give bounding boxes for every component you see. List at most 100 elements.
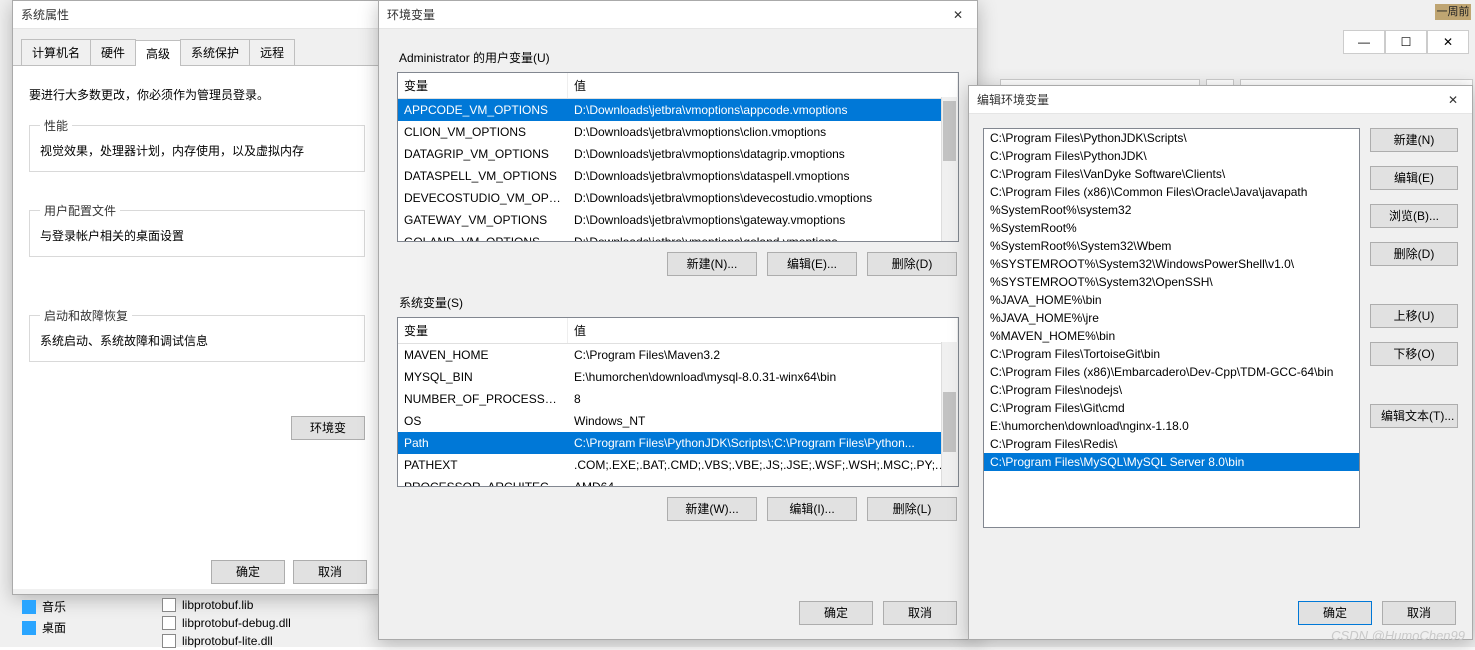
- editpath-close-icon[interactable]: ✕: [1442, 86, 1464, 114]
- table-row[interactable]: APPCODE_VM_OPTIONSD:\Downloads\jetbra\vm…: [398, 99, 958, 121]
- var-name: GOLAND_VM_OPTIONS: [398, 233, 568, 242]
- var-value: Windows_NT: [568, 412, 958, 430]
- scrollbar[interactable]: [941, 342, 958, 486]
- path-entry[interactable]: %MAVEN_HOME%\bin: [984, 327, 1359, 345]
- table-row[interactable]: NUMBER_OF_PROCESSORS8: [398, 388, 958, 410]
- startup-recovery-legend: 启动和故障恢复: [40, 307, 132, 324]
- editpath-ok-button[interactable]: 确定: [1298, 601, 1372, 625]
- path-entry[interactable]: %JAVA_HOME%\jre: [984, 309, 1359, 327]
- user-profile-text: 与登录帐户相关的桌面设置: [40, 227, 354, 244]
- path-entry[interactable]: C:\Program Files\PythonJDK\Scripts\: [984, 129, 1359, 147]
- scrollbar[interactable]: [941, 97, 958, 241]
- table-row[interactable]: DATASPELL_VM_OPTIONSD:\Downloads\jetbra\…: [398, 165, 958, 187]
- var-name: DATASPELL_VM_OPTIONS: [398, 167, 568, 185]
- editpath-titlebar: 编辑环境变量 ✕: [969, 86, 1472, 114]
- var-value: D:\Downloads\jetbra\vmoptions\devecostud…: [568, 189, 958, 207]
- path-move-down-button[interactable]: 下移(O): [1370, 342, 1458, 366]
- table-row[interactable]: PathC:\Program Files\PythonJDK\Scripts\;…: [398, 432, 958, 454]
- envvars-cancel-button[interactable]: 取消: [883, 601, 957, 625]
- var-value: D:\Downloads\jetbra\vmoptions\clion.vmop…: [568, 123, 958, 141]
- path-entry[interactable]: C:\Program Files\MySQL\MySQL Server 8.0\…: [984, 453, 1359, 471]
- var-value: C:\Program Files\PythonJDK\Scripts\;C:\P…: [568, 434, 958, 452]
- file-icon: [162, 634, 176, 648]
- system-variables-list[interactable]: 变量 值 MAVEN_HOMEC:\Program Files\Maven3.2…: [397, 317, 959, 487]
- path-browse-button[interactable]: 浏览(B)...: [1370, 204, 1458, 228]
- envvars-close-icon[interactable]: ✕: [947, 1, 969, 29]
- path-entry[interactable]: C:\Program Files\Git\cmd: [984, 399, 1359, 417]
- path-entry[interactable]: C:\Program Files\PythonJDK\: [984, 147, 1359, 165]
- path-edit-button[interactable]: 编辑(E): [1370, 166, 1458, 190]
- path-edit-text-button[interactable]: 编辑文本(T)...: [1370, 404, 1458, 428]
- path-entry[interactable]: %SystemRoot%: [984, 219, 1359, 237]
- list-item[interactable]: libprotobuf-debug.dll: [162, 614, 291, 632]
- admin-note: 要进行大多数更改，你必须作为管理员登录。: [29, 86, 365, 103]
- background-min-button[interactable]: —: [1343, 30, 1385, 54]
- desktop-icon: [22, 621, 36, 635]
- var-name: CLION_VM_OPTIONS: [398, 123, 568, 141]
- path-entry[interactable]: C:\Program Files\TortoiseGit\bin: [984, 345, 1359, 363]
- table-row[interactable]: GATEWAY_VM_OPTIONSD:\Downloads\jetbra\vm…: [398, 209, 958, 231]
- sys-new-button[interactable]: 新建(W)...: [667, 497, 757, 521]
- path-entry[interactable]: C:\Program Files (x86)\Embarcadero\Dev-C…: [984, 363, 1359, 381]
- user-edit-button[interactable]: 编辑(E)...: [767, 252, 857, 276]
- path-entry[interactable]: C:\Program Files\VanDyke Software\Client…: [984, 165, 1359, 183]
- tree-item-desktop[interactable]: 桌面: [22, 617, 162, 638]
- path-entry[interactable]: %SYSTEMROOT%\System32\OpenSSH\: [984, 273, 1359, 291]
- sys-delete-button[interactable]: 删除(L): [867, 497, 957, 521]
- editpath-cancel-button[interactable]: 取消: [1382, 601, 1456, 625]
- table-row[interactable]: MAVEN_HOMEC:\Program Files\Maven3.2: [398, 344, 958, 366]
- path-entry[interactable]: C:\Program Files\Redis\: [984, 435, 1359, 453]
- path-entry[interactable]: %SystemRoot%\System32\Wbem: [984, 237, 1359, 255]
- user-new-button[interactable]: 新建(N)...: [667, 252, 757, 276]
- table-row[interactable]: CLION_VM_OPTIONSD:\Downloads\jetbra\vmop…: [398, 121, 958, 143]
- path-entries-list[interactable]: C:\Program Files\PythonJDK\Scripts\C:\Pr…: [983, 128, 1360, 528]
- path-entry[interactable]: %JAVA_HOME%\bin: [984, 291, 1359, 309]
- table-row[interactable]: PROCESSOR_ARCHITECT...AMD64: [398, 476, 958, 487]
- var-value: AMD64: [568, 478, 958, 487]
- table-row[interactable]: PATHEXT.COM;.EXE;.BAT;.CMD;.VBS;.VBE;.JS…: [398, 454, 958, 476]
- sysprops-cancel-button[interactable]: 取消: [293, 560, 367, 584]
- path-entry[interactable]: %SYSTEMROOT%\System32\WindowsPowerShell\…: [984, 255, 1359, 273]
- environment-variables-dialog: 环境变量 ✕ Administrator 的用户变量(U) 变量 值 APPCO…: [378, 0, 978, 640]
- tab-2[interactable]: 高级: [135, 40, 181, 66]
- path-move-up-button[interactable]: 上移(U): [1370, 304, 1458, 328]
- sys-edit-button[interactable]: 编辑(I)...: [767, 497, 857, 521]
- environment-variables-button[interactable]: 环境变: [291, 416, 365, 440]
- tree-item-music[interactable]: 音乐: [22, 596, 162, 617]
- tab-1[interactable]: 硬件: [90, 39, 136, 65]
- var-value: .COM;.EXE;.BAT;.CMD;.VBS;.VBE;.JS;.JSE;.…: [568, 456, 958, 474]
- editpath-title: 编辑环境变量: [977, 86, 1049, 114]
- path-new-button[interactable]: 新建(N): [1370, 128, 1458, 152]
- table-row[interactable]: DATAGRIP_VM_OPTIONSD:\Downloads\jetbra\v…: [398, 143, 958, 165]
- path-entry[interactable]: C:\Program Files\nodejs\: [984, 381, 1359, 399]
- path-entry[interactable]: C:\Program Files (x86)\Common Files\Orac…: [984, 183, 1359, 201]
- performance-legend: 性能: [40, 117, 72, 134]
- performance-text: 视觉效果，处理器计划，内存使用，以及虚拟内存: [40, 142, 354, 159]
- path-entry[interactable]: %SystemRoot%\system32: [984, 201, 1359, 219]
- tab-4[interactable]: 远程: [249, 39, 295, 65]
- table-row[interactable]: MYSQL_BINE:\humorchen\download\mysql-8.0…: [398, 366, 958, 388]
- system-variables-label: 系统变量(S): [399, 294, 959, 311]
- background-close-button[interactable]: ✕: [1427, 30, 1469, 54]
- sysprops-ok-button[interactable]: 确定: [211, 560, 285, 584]
- tab-3[interactable]: 系统保护: [180, 39, 250, 65]
- var-name: DEVECOSTUDIO_VM_OPT...: [398, 189, 568, 207]
- envvars-ok-button[interactable]: 确定: [799, 601, 873, 625]
- var-value: D:\Downloads\jetbra\vmoptions\appcode.vm…: [568, 101, 958, 119]
- user-variables-list[interactable]: 变量 值 APPCODE_VM_OPTIONSD:\Downloads\jetb…: [397, 72, 959, 242]
- table-row[interactable]: DEVECOSTUDIO_VM_OPT...D:\Downloads\jetbr…: [398, 187, 958, 209]
- table-row[interactable]: GOLAND_VM_OPTIONSD:\Downloads\jetbra\vmo…: [398, 231, 958, 242]
- envvars-title: 环境变量: [387, 1, 435, 29]
- background-max-button[interactable]: ☐: [1385, 30, 1427, 54]
- path-entry[interactable]: E:\humorchen\download\nginx-1.18.0: [984, 417, 1359, 435]
- var-value: 8: [568, 390, 958, 408]
- list-item[interactable]: libprotobuf.lib: [162, 596, 291, 614]
- tab-0[interactable]: 计算机名: [21, 39, 91, 65]
- path-delete-button[interactable]: 删除(D): [1370, 242, 1458, 266]
- list-item[interactable]: libprotobuf-lite.dll: [162, 632, 291, 650]
- user-delete-button[interactable]: 删除(D): [867, 252, 957, 276]
- var-name: PROCESSOR_ARCHITECT...: [398, 478, 568, 487]
- var-name: Path: [398, 434, 568, 452]
- table-row[interactable]: OSWindows_NT: [398, 410, 958, 432]
- user-col-name: 变量: [398, 73, 568, 98]
